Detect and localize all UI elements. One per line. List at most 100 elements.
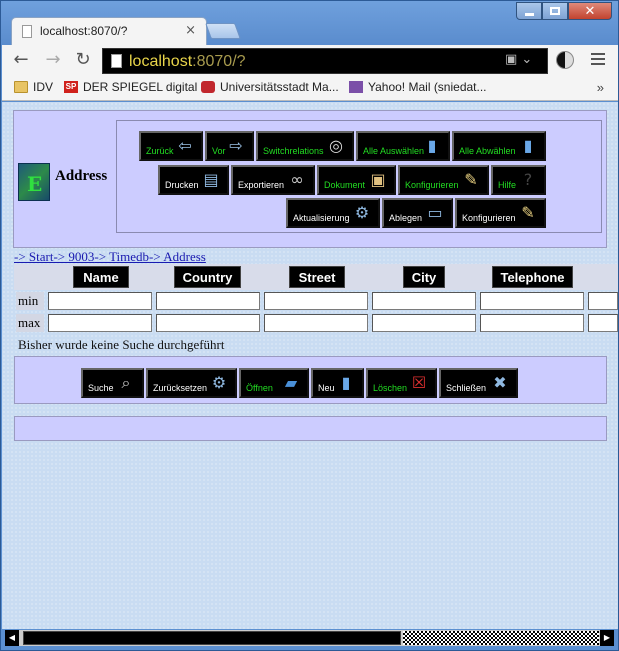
extension-icon[interactable] [556,51,574,69]
breadcrumb-address[interactable]: -> Address [149,249,206,264]
hilfe-button[interactable]: Hilfe? [491,165,546,195]
select-all-icon: ▮ [427,136,437,155]
alle-auswaehlen-button[interactable]: Alle Auswählen ▮ [356,131,450,161]
extension-icons[interactable]: ▣ ⌄ [505,52,541,70]
file-away-icon: ▭ [427,203,443,222]
neu-button[interactable]: Neu ▮ [311,368,364,398]
browser-toolbar: ← → ↻ localhost:8070/? ▣ ⌄ [2,45,618,77]
maximize-button[interactable] [542,2,568,20]
country-min-input[interactable] [156,292,260,310]
exportieren-button[interactable]: Exportieren ∞ [231,165,315,195]
bookmark-spiegel[interactable]: SP DER SPIEGEL digital [64,80,197,94]
mail-icon [349,81,363,93]
breadcrumb: -> Start-> 9003-> Timedb-> Address [14,249,206,265]
delete-icon: ☒ [411,373,427,392]
switchrelations-button[interactable]: Switchrelations ◎ [256,131,354,161]
drucken-button[interactable]: Drucken ▤ [158,165,229,195]
new-document-icon: ▮ [341,373,351,392]
title-bar: ✕ localhost:8070/? × [1,1,618,45]
page-title: Address [55,168,108,184]
reset-icon: ⚙ [211,373,227,392]
address-bar[interactable]: localhost:8070/? ▣ ⌄ [102,48,548,74]
refresh-icon: ⚙ [354,203,370,222]
page-content: E Address Zurück ⇦ Vor ⇨ Switchrelations ◎ … [2,102,618,629]
extra-min-input[interactable] [588,292,618,310]
folder-open-icon: ▰ [284,373,298,392]
loeschen-button[interactable]: Löschen ☒ [366,368,437,398]
scroll-left-icon[interactable]: ◀ [5,630,19,646]
close-icon: ✕ [584,3,596,19]
footer-panel [14,416,607,441]
row-label-min: min [16,292,44,310]
arrow-left-icon: ⇦ [178,136,192,155]
tab-title: localhost:8070/? [40,24,128,38]
maximize-icon [550,7,560,15]
konfigurieren-button-1[interactable]: Konfigurieren ✎ [398,165,489,195]
printer-icon: ▤ [203,170,219,189]
tab-close-icon[interactable]: × [185,23,196,38]
browser-tab[interactable]: localhost:8070/? × [11,17,207,45]
forward-icon[interactable]: → [42,49,64,71]
column-telephone[interactable]: Telephone [492,266,573,288]
scrollbar-track[interactable] [403,631,599,645]
column-country[interactable]: Country [174,266,241,288]
telephone-min-input[interactable] [480,292,584,310]
browser-window: ✕ localhost:8070/? × ← → ↻ localhost:807… [0,0,619,651]
breadcrumb-9003[interactable]: -> 9003 [53,249,94,264]
breadcrumb-timedb[interactable]: -> Timedb [94,249,149,264]
street-max-input[interactable] [264,314,368,332]
vor-button[interactable]: Vor ⇨ [205,131,254,161]
menu-icon[interactable] [591,53,605,68]
dokument-button[interactable]: Dokument ▣ [317,165,396,195]
schliessen-button[interactable]: Schließen ✖ [439,368,518,398]
zurueck-button[interactable]: Zurück ⇦ [139,131,203,161]
search-status: Bisher wurde keine Suche durchgeführt [18,337,225,352]
extra-max-input[interactable] [588,314,618,332]
aktualisierung-button[interactable]: Aktualisierung ⚙ [286,198,380,228]
horizontal-scrollbar[interactable]: ◀ ▶ [5,630,614,646]
city-max-input[interactable] [372,314,476,332]
back-icon[interactable]: ← [10,49,32,71]
minimize-icon [524,12,534,16]
configure-icon: ✎ [521,203,535,222]
column-street[interactable]: Street [289,266,345,288]
country-max-input[interactable] [156,314,260,332]
search-icon: ⌕ [121,373,131,392]
document-icon: ▣ [370,170,386,189]
close-tools-icon: ✖ [493,373,507,392]
app-logo: E [18,163,50,201]
konfigurieren-button-2[interactable]: Konfigurieren ✎ [455,198,546,228]
name-min-input[interactable] [48,292,152,310]
bookmark-idv[interactable]: IDV [14,80,53,94]
arrow-right-icon: ⇨ [229,136,243,155]
folder-icon [14,81,28,93]
close-window-button[interactable]: ✕ [568,2,612,20]
column-city[interactable]: City [403,266,445,288]
ablegen-button[interactable]: Ablegen ▭ [382,198,453,228]
row-label-max: max [16,314,44,332]
alle-abwaehlen-button[interactable]: Alle Abwählen ▮ [452,131,546,161]
binoculars-icon: ∞ [290,170,304,189]
minimize-button[interactable] [516,2,542,20]
bookmark-uni[interactable]: Universitätsstadt Ma... [201,80,339,94]
page-icon [22,25,32,38]
street-min-input[interactable] [264,292,368,310]
bookmark-yahoo[interactable]: Yahoo! Mail (sniedat... [349,80,487,94]
new-tab-button[interactable] [205,23,241,39]
window-controls: ✕ [516,2,612,20]
name-max-input[interactable] [48,314,152,332]
zuruecksetzen-button[interactable]: Zurücksetzen ⚙ [146,368,237,398]
telephone-max-input[interactable] [480,314,584,332]
oeffnen-button[interactable]: Öffnen ▰ [239,368,309,398]
breadcrumb-start[interactable]: -> Start [14,249,53,264]
reload-icon[interactable]: ↻ [72,49,94,71]
crest-icon [201,81,215,93]
suche-button[interactable]: Suche ⌕ [81,368,144,398]
scroll-right-icon[interactable]: ▶ [600,630,614,646]
bookmarks-more-icon[interactable]: » [597,80,604,95]
scrollbar-thumb[interactable] [23,631,401,645]
column-name[interactable]: Name [73,266,129,288]
relations-icon: ◎ [329,136,343,155]
city-min-input[interactable] [372,292,476,310]
configure-icon: ✎ [464,170,478,189]
